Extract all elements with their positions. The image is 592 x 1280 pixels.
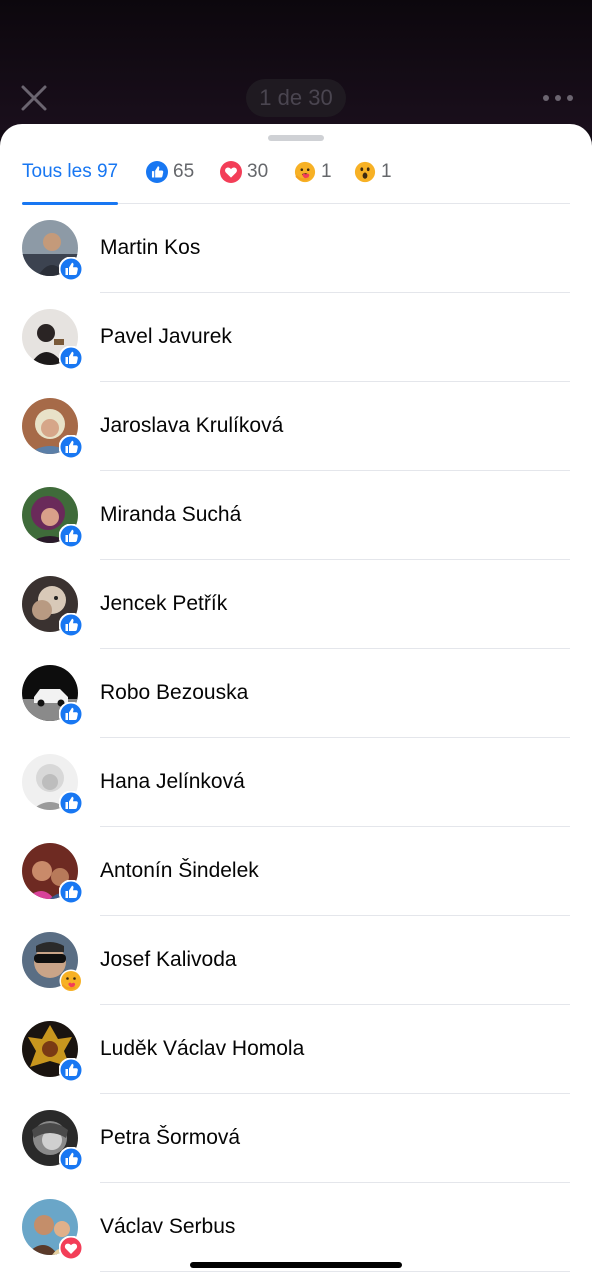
tab-count: 30	[247, 161, 269, 182]
like-badge-icon	[59, 435, 83, 459]
person-name[interactable]: Antonín Šindelek	[100, 858, 259, 884]
list-item[interactable]: Antonín Šindelek	[0, 827, 592, 916]
close-icon[interactable]	[18, 82, 50, 114]
person-name[interactable]: Jaroslava Krulíková	[100, 413, 283, 439]
tab-count: 65	[173, 161, 195, 182]
tab-count: 1	[321, 161, 332, 182]
like-badge-icon	[59, 880, 83, 904]
reaction-tabs: Tous les 97 65 30 1 1	[22, 158, 570, 205]
list-item[interactable]: Luděk Václav Homola	[0, 1005, 592, 1094]
care-badge-icon	[59, 969, 83, 993]
person-name[interactable]: Hana Jelínková	[100, 769, 245, 795]
list-item[interactable]: Hana Jelínková	[0, 738, 592, 827]
list-item[interactable]: Jaroslava Krulíková	[0, 382, 592, 471]
person-name[interactable]: Josef Kalivoda	[100, 947, 237, 973]
tab-count: 1	[381, 161, 392, 182]
tab-care[interactable]: 1	[294, 158, 332, 204]
person-name[interactable]: Pavel Javurek	[100, 324, 232, 350]
list-item[interactable]: Václav Serbus	[0, 1183, 592, 1272]
person-name[interactable]: Václav Serbus	[100, 1214, 235, 1240]
care-icon	[294, 161, 316, 183]
list-item[interactable]: Jencek Petřík	[0, 560, 592, 649]
like-badge-icon	[59, 613, 83, 637]
list-item[interactable]: Pavel Javurek	[0, 293, 592, 382]
person-name[interactable]: Jencek Petřík	[100, 591, 227, 617]
tab-label: Tous les 97	[22, 161, 119, 182]
person-name[interactable]: Robo Bezouska	[100, 680, 248, 706]
sheet-grabber[interactable]	[268, 135, 324, 141]
home-indicator[interactable]	[190, 1262, 402, 1268]
like-badge-icon	[59, 791, 83, 815]
like-badge-icon	[59, 257, 83, 281]
wow-icon	[354, 161, 376, 183]
tab-like[interactable]: 65	[146, 158, 194, 204]
like-badge-icon	[59, 1058, 83, 1082]
list-item[interactable]: Josef Kalivoda	[0, 916, 592, 1005]
photo-counter: 1 de 30	[246, 79, 346, 117]
person-name[interactable]: Miranda Suchá	[100, 502, 241, 528]
people-list: Martin Kos Pavel Javurek Jaroslava Krulí…	[0, 204, 592, 1272]
viewer-top-bar: 1 de 30	[0, 0, 592, 130]
more-horizontal-icon[interactable]	[542, 88, 574, 108]
love-badge-icon	[59, 1236, 83, 1260]
like-badge-icon	[59, 346, 83, 370]
reactions-sheet: Tous les 97 65 30 1 1 Martin Kos Pavel J…	[0, 124, 592, 1280]
person-name[interactable]: Petra Šormová	[100, 1125, 240, 1151]
like-badge-icon	[59, 702, 83, 726]
tab-all[interactable]: Tous les 97	[22, 158, 119, 205]
like-icon	[146, 161, 168, 183]
list-item[interactable]: Martin Kos	[0, 204, 592, 293]
love-icon	[220, 161, 242, 183]
tab-love[interactable]: 30	[220, 158, 268, 204]
person-name[interactable]: Luděk Václav Homola	[100, 1036, 304, 1062]
list-item[interactable]: Robo Bezouska	[0, 649, 592, 738]
person-name[interactable]: Martin Kos	[100, 235, 200, 261]
tab-wow[interactable]: 1	[354, 158, 392, 204]
like-badge-icon	[59, 524, 83, 548]
like-badge-icon	[59, 1147, 83, 1171]
list-item[interactable]: Miranda Suchá	[0, 471, 592, 560]
list-item[interactable]: Petra Šormová	[0, 1094, 592, 1183]
